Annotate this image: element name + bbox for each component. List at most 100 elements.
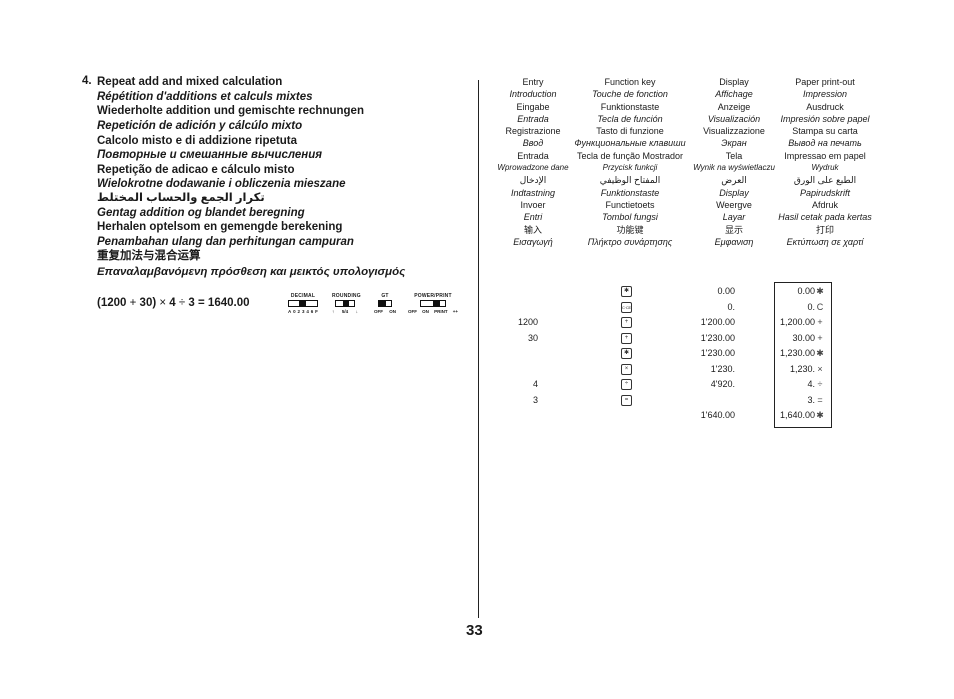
- header-print-out: Wydruk: [811, 163, 839, 173]
- printout-value: 3.: [807, 394, 815, 405]
- printout-symbol: =: [817, 394, 823, 405]
- printout-symbol: ×: [817, 363, 823, 374]
- header-entry: Introduction: [509, 89, 557, 100]
- section-title-line: Répétition d'additions et calculs mixtes: [97, 90, 313, 103]
- plus-key-icon: +: [621, 332, 632, 344]
- header-display: Affichage: [715, 89, 753, 100]
- section-title-line: Herhalen optelsom en gemengde berekening: [97, 221, 343, 233]
- header-print-out: الطبع على الورق: [793, 175, 857, 186]
- printout-line: 3. =: [775, 393, 825, 409]
- header-row: Invoer Functietoets Weergve Afdruk: [490, 199, 880, 211]
- header-function-key: Πλήκτρο συνάρτησης: [587, 236, 673, 247]
- header-row: Entrada Tecla de função Mostrador Tela Impr…: [490, 150, 880, 162]
- switch-knob: [343, 301, 349, 306]
- header-row: Indtastning Funktionstaste Display Papiruds…: [490, 187, 880, 199]
- calculation-row: ✱ 0.00 0.00✱: [490, 284, 880, 300]
- header-entry: 输入: [523, 224, 543, 235]
- section-title-line: Calcolo misto e di addizione ripetuta: [97, 134, 297, 147]
- header-row: Entri Tombol fungsi Layar Hasil cetak pada …: [490, 211, 880, 223]
- printout-line: 0. C: [775, 300, 825, 316]
- header-entry: Eingabe: [516, 101, 550, 112]
- power-print-switch: POWER/PRINT OFF ON PRINT ++: [408, 293, 458, 315]
- header-row: Registrazione Tasto di funzione Visualizza…: [490, 125, 880, 137]
- calculation-row: 1ʹ640.00 1,640.00✱: [490, 408, 880, 424]
- display-value: 4ʹ920.: [710, 379, 735, 389]
- formula-part: (1200: [97, 297, 127, 309]
- printout-symbol: ✱: [816, 348, 824, 358]
- switch-body: [288, 300, 318, 307]
- printout-value: 1,640.00: [779, 410, 815, 420]
- header-function-key: Funktionstaste: [600, 101, 660, 112]
- header-entry: Invoer: [520, 199, 546, 210]
- calculation-row: C·CE 0. 0. C: [490, 300, 880, 316]
- switch-position-label: OFF: [408, 309, 417, 314]
- section-title-line: Penambahan ulang dan perhitungan campura…: [97, 236, 354, 248]
- switch-position-label: OFF: [374, 309, 383, 314]
- section-title-line: Repeat add and mixed calculation: [97, 76, 283, 88]
- switch-position-label: 2: [297, 309, 301, 314]
- switch-body: [335, 300, 355, 307]
- entry-value: 30: [527, 332, 538, 343]
- header-function-key: Przycisk funkcji: [602, 163, 658, 173]
- formula-operator: ÷: [178, 297, 186, 309]
- printout-symbol: ✱: [816, 410, 824, 420]
- example-formula: (1200 + 30) × 4 ÷ 3 = 1640.00: [97, 297, 250, 309]
- header-row: Entry Function key Display Paper print-out: [490, 76, 880, 88]
- header-function-key: Tombol fungsi: [602, 212, 658, 223]
- section-title-line: Wiederholte addition und gemischte rechn…: [97, 105, 364, 117]
- header-function-key: Функциональные клавиши: [574, 138, 686, 149]
- formula-part: 3 = 1640.00: [188, 297, 250, 309]
- switch-position-label: 3: [301, 309, 305, 314]
- display-value: 1ʹ640.00: [700, 410, 735, 420]
- header-print-out: Afdruk: [811, 199, 839, 210]
- section-title-line: Repetición de adición y cálcúlo mixto: [97, 120, 303, 132]
- switch-knob: [433, 301, 440, 306]
- section-title-line: Wielokrotne dodawanie i obliczenia miesz…: [97, 178, 346, 190]
- header-print-out: Paper print-out: [795, 77, 855, 87]
- switch-position-label: ON: [422, 309, 429, 314]
- total-key-icon: ✱: [621, 286, 632, 297]
- printout-value: 30.00: [792, 332, 815, 343]
- column-divider: [478, 80, 480, 618]
- printout-value: 1,230.: [789, 363, 815, 374]
- header-entry: Wprowadzone dane: [497, 163, 569, 173]
- header-print-out: Hasil cetak pada kertas: [778, 212, 872, 223]
- formula-part: 4: [169, 297, 176, 309]
- switch-knob: [379, 301, 386, 306]
- header-display: Экран: [721, 138, 747, 149]
- formula-part: 30): [139, 297, 157, 309]
- switch-position-label: 6: [310, 309, 314, 314]
- switch-position-label: ON: [389, 309, 396, 314]
- printout-symbol: ✱: [816, 286, 824, 296]
- switch-position-label: 4: [306, 309, 309, 314]
- switch-position-label: PRINT: [434, 309, 448, 314]
- calculation-row: × 1ʹ230. 1,230. ×: [490, 362, 880, 378]
- header-function-key: Funktionstaste: [600, 187, 660, 198]
- header-display: Visualizzazione: [703, 126, 765, 137]
- multiply-key-icon: ×: [621, 363, 632, 375]
- header-entry: Ввод: [522, 138, 544, 149]
- header-row: Ввод Функциональные клавиши Экран Вывод на …: [490, 137, 880, 149]
- switch-label: GT: [381, 293, 389, 299]
- formula-operator: +: [129, 297, 137, 309]
- section-title-line: Επαναλαμβανόμενη πρόσθεση και μεικτός υπ…: [97, 266, 406, 278]
- equals-key-icon: =: [621, 394, 632, 406]
- header-entry: Entrada: [517, 150, 549, 161]
- printout-value: 0.00: [797, 286, 815, 296]
- calculation-row: 3 = 3. =: [490, 393, 880, 409]
- clear-key-icon: C·CE: [621, 301, 632, 313]
- header-display: Visualización: [707, 113, 761, 124]
- printout-symbol: +: [817, 332, 823, 343]
- printout-line: 1,200.00 +: [775, 315, 825, 331]
- header-function-key: Tecla de função Mostrador: [576, 150, 684, 161]
- section-title-line: تكرار الجمع والحساب المختلط: [97, 192, 265, 204]
- header-entry: الإدخال: [519, 175, 547, 186]
- switch-knob: [299, 301, 306, 306]
- header-row: Εισαγωγή Πλήκτρο συνάρτησης Εμφανιση Εκτύπω…: [490, 236, 880, 248]
- printout-symbol: +: [817, 317, 823, 327]
- printout-line: 4. ÷: [775, 377, 825, 393]
- display-value: 1ʹ230.00: [700, 332, 735, 343]
- printout-symbol: C: [816, 301, 824, 312]
- switch-position-label: ++: [452, 309, 458, 314]
- switch-position-label: 0: [293, 309, 296, 314]
